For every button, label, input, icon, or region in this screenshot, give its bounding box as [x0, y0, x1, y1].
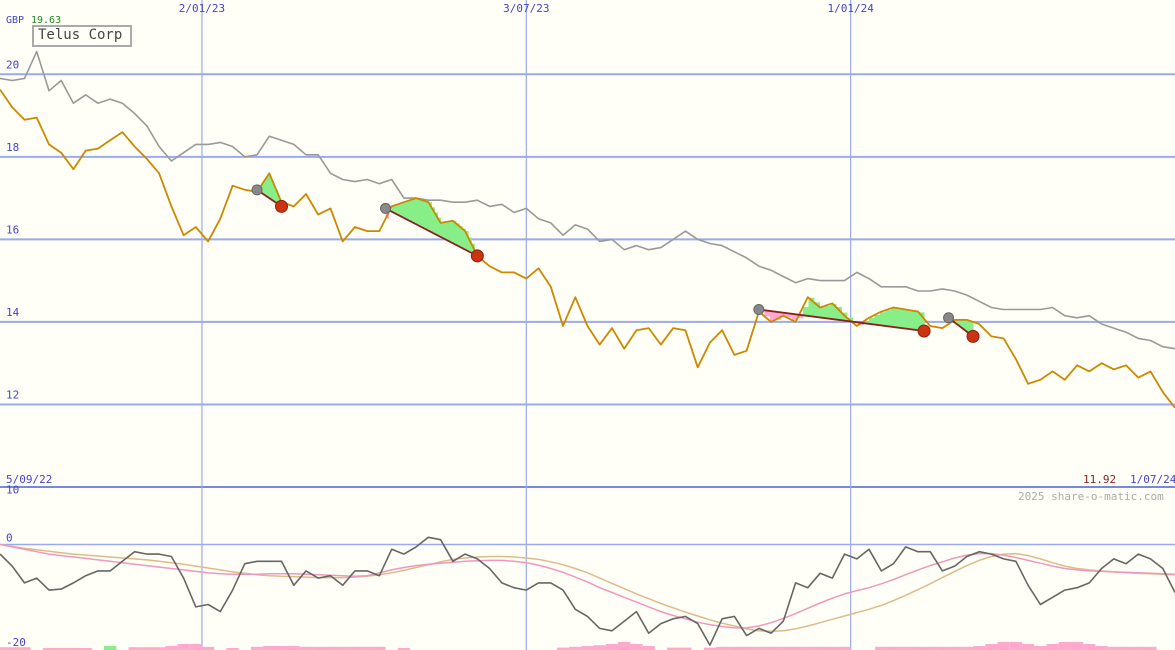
- y-tick-18: 18: [6, 141, 19, 154]
- upper-y-ticks: 20 18 16 14 12: [6, 58, 20, 401]
- volume-bar-48: [581, 646, 594, 650]
- copyright: 2025 share-o-matic.com: [1018, 490, 1164, 503]
- shade-2-27: [907, 309, 914, 329]
- date-labels: 2/01/23 3/07/23 1/01/24: [179, 2, 874, 15]
- volume-bar-22: [263, 646, 276, 650]
- pattern-end-3: [966, 329, 980, 343]
- pattern-start-0: [251, 184, 263, 196]
- y-tick-20: 20: [6, 58, 19, 71]
- volume-bar-80: [973, 646, 986, 650]
- volume-bar-23: [275, 646, 288, 650]
- shade-1-20: [446, 221, 451, 241]
- reference-series: [0, 50, 1175, 350]
- last-value: 11.92: [1083, 473, 1117, 486]
- pattern-start-2: [753, 304, 765, 316]
- reference-line: [0, 50, 1175, 350]
- shade-1-9: [413, 199, 417, 223]
- shade-1-5: [400, 203, 405, 217]
- volume-rise-9: [104, 646, 117, 650]
- volume-bar-15: [177, 644, 190, 650]
- shade-1-7: [406, 201, 411, 220]
- price-series: [0, 89, 1175, 409]
- volume-bar-81: [985, 644, 998, 650]
- shade-1-13: [425, 201, 429, 229]
- shade-2-8: [802, 307, 809, 316]
- currency-label: GBP: [6, 15, 25, 26]
- date-label-2: 1/01/24: [827, 2, 874, 15]
- shade-1-19: [443, 222, 448, 239]
- shade-1-8: [410, 200, 414, 222]
- shade-2-11: [819, 306, 826, 318]
- volume-bar-84: [1022, 644, 1035, 650]
- volume-bar-83: [1009, 642, 1023, 650]
- shade-1-18: [440, 222, 445, 237]
- shade-2-28: [913, 310, 920, 330]
- pattern-end-2: [917, 324, 931, 338]
- volume-bar-51: [618, 642, 631, 650]
- momentum-indicator: [0, 536, 1175, 647]
- shade-2-22: [880, 312, 887, 326]
- shade-1-6: [403, 202, 408, 218]
- date-label-0: 2/01/23: [179, 2, 225, 15]
- pattern-end-1: [470, 249, 484, 263]
- volume-bar-89: [1083, 644, 1096, 650]
- shade-2-26: [902, 308, 909, 329]
- volume-bar-87: [1058, 642, 1071, 650]
- shade-1-11: [419, 199, 423, 226]
- volume-bar-14: [165, 646, 178, 650]
- volume-bar-85: [1034, 646, 1047, 650]
- volume-bar-90: [1095, 646, 1108, 650]
- shade-2-21: [874, 315, 881, 325]
- pattern-start-1: [380, 202, 392, 214]
- y-tick-12: 12: [6, 388, 19, 401]
- shade-1-21: [449, 221, 454, 242]
- shade-2-23: [885, 310, 892, 326]
- volume-bar-24: [287, 646, 300, 650]
- y-tick-16: 16: [6, 223, 19, 236]
- date-label-1: 3/07/23: [503, 2, 549, 15]
- volume-bar-16: [189, 644, 202, 650]
- volume-bar-52: [630, 644, 643, 650]
- volume-bars: [0, 642, 1157, 650]
- shade-1-4: [397, 204, 402, 215]
- volume-bar-86: [1046, 644, 1059, 650]
- lower-tick--20: -20: [6, 636, 26, 649]
- shade-1-12: [422, 200, 426, 228]
- volume-bar-82: [997, 642, 1010, 650]
- volume-bar-49: [593, 645, 606, 650]
- volume-bar-88: [1070, 642, 1084, 650]
- shade-2-25: [896, 307, 903, 328]
- stock-chart: 2/01/23 3/07/23 1/01/24 2018161412 100-20: [0, 0, 1175, 650]
- lower-tick-0: 0: [6, 532, 13, 545]
- shade-2-12: [824, 305, 831, 319]
- price-line: [0, 89, 1175, 409]
- pattern-end-0: [275, 199, 289, 213]
- shade-2-24: [891, 308, 898, 327]
- start-date: 5/09/22: [6, 473, 53, 486]
- momentum: [0, 536, 1175, 647]
- shade-1-10: [416, 198, 420, 225]
- lower-y-ticks: 100-20: [6, 484, 26, 649]
- volume-bar-50: [605, 644, 619, 650]
- volume-bar-53: [642, 646, 655, 650]
- pattern-shading: [257, 173, 974, 336]
- end-date: 1/07/24: [1130, 473, 1175, 486]
- y-tick-14: 14: [6, 306, 20, 319]
- shade-1-3: [394, 205, 399, 214]
- shade-2-20: [869, 317, 876, 324]
- pattern-start-3: [943, 312, 955, 324]
- chart-title: Telus Corp: [38, 27, 123, 43]
